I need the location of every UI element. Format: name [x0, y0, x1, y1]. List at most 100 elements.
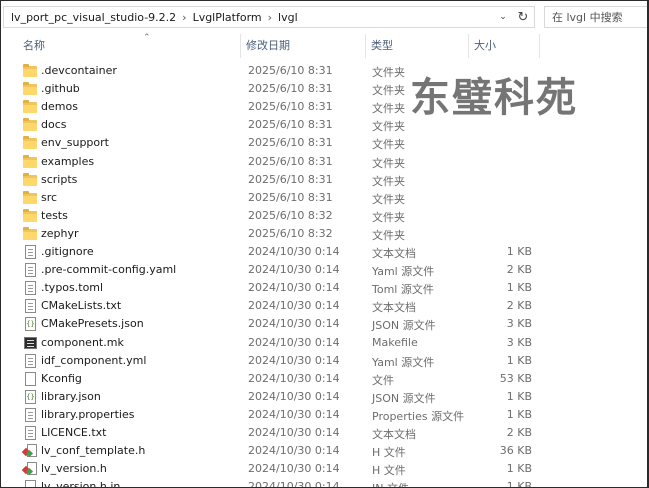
file-row[interactable]: lv_version.h 2024/10/30 0:14 H 文件 1 KB [19, 460, 539, 478]
json-file-icon [23, 317, 37, 332]
folder-icon [23, 226, 37, 241]
file-name: demos [41, 100, 78, 114]
file-type: 文件夹 [372, 210, 405, 224]
file-name: lv_version.h.in [41, 480, 121, 488]
search-box[interactable] [544, 6, 647, 28]
file-row[interactable]: CMakePresets.json 2024/10/30 0:14 JSON 源文件… [19, 315, 539, 333]
text-file-icon [23, 281, 37, 296]
file-row[interactable]: Kconfig 2024/10/30 0:14 文件 53 KB [19, 370, 539, 388]
column-headers: ⌃ 名称 修改日期 类型 大小 [1, 33, 647, 58]
file-row[interactable]: .typos.toml 2024/10/30 0:14 Toml 源文件 1 KB [19, 279, 539, 297]
file-row[interactable]: .gitignore 2024/10/30 0:14 文本文档 1 KB [19, 243, 539, 261]
file-type: Yaml 源文件 [372, 265, 435, 279]
file-row[interactable]: .pre-commit-config.yaml 2024/10/30 0:14 Ya… [19, 261, 539, 279]
text-file-icon [23, 263, 37, 278]
file-row[interactable]: lv_conf_template.h 2024/10/30 0:14 H 文件 36 … [19, 442, 539, 460]
file-row[interactable]: CMakeLists.txt 2024/10/30 0:14 文本文档 2 KB [19, 297, 539, 315]
file-name: .gitignore [41, 245, 94, 258]
file-type: Makefile [372, 335, 418, 349]
file-row[interactable]: tests 2025/6/10 8:32 文件夹 [19, 207, 539, 225]
column-header-size[interactable]: 大小 [470, 34, 540, 58]
file-date: 2025/6/10 8:31 [248, 190, 333, 204]
file-name: CMakePresets.json [41, 317, 144, 331]
file-date: 2024/10/30 0:14 [248, 353, 340, 367]
refresh-icon[interactable]: ↻ [514, 7, 532, 27]
address-bar[interactable]: lv_port_pc_visual_studio-9.2.2 › LvglPla… [3, 6, 535, 28]
makefile-icon [23, 336, 37, 350]
file-row[interactable]: component.mk 2024/10/30 0:14 Makefile 3 KB [19, 334, 539, 352]
file-type: Properties 源文件 [372, 409, 465, 423]
file-date: 2024/10/30 0:14 [248, 299, 340, 313]
column-header-size-label: 大小 [474, 39, 496, 52]
breadcrumb-lvglplatform[interactable]: LvglPlatform [190, 11, 265, 24]
file-name: lv_version.h [41, 462, 107, 476]
folder-icon [23, 190, 37, 205]
file-type: JSON 源文件 [372, 391, 436, 405]
file-date: 2025/6/10 8:31 [248, 82, 333, 96]
file-row[interactable]: library.properties 2024/10/30 0:14 Propert… [19, 406, 539, 424]
breadcrumb-root[interactable]: lv_port_pc_visual_studio-9.2.2 [8, 11, 179, 24]
header-file-icon [21, 462, 37, 476]
file-date: 2024/10/30 0:14 [248, 245, 340, 258]
file-type: 文件夹 [372, 66, 405, 79]
file-type: H 文件 [372, 446, 406, 460]
file-row[interactable]: LICENCE.txt 2024/10/30 0:14 文本文档 2 KB [19, 424, 539, 442]
file-size: 53 KB [499, 371, 532, 385]
file-row[interactable]: zephyr 2025/6/10 8:32 文件夹 [19, 225, 539, 243]
file-name: LICENCE.txt [41, 426, 107, 439]
file-type: 文本文档 [372, 301, 416, 315]
file-date: 2025/6/10 8:31 [248, 154, 333, 168]
file-size: 1 KB [506, 389, 532, 403]
file-row[interactable]: scripts 2025/6/10 8:31 文件夹 [19, 171, 539, 189]
text-file-icon [23, 299, 37, 314]
file-row[interactable]: examples 2025/6/10 8:31 文件夹 [19, 153, 539, 171]
file-date: 2024/10/30 0:14 [248, 281, 340, 295]
breadcrumb-separator-icon[interactable]: › [179, 11, 189, 24]
file-date: 2024/10/30 0:14 [248, 426, 340, 439]
file-name: Kconfig [41, 371, 82, 385]
file-size: 1 KB [506, 245, 532, 258]
column-header-type[interactable]: 类型 [367, 34, 469, 58]
file-name: tests [41, 208, 68, 222]
file-row[interactable]: src 2025/6/10 8:31 文件夹 [19, 189, 539, 207]
file-name: library.json [41, 389, 101, 403]
text-file-icon [23, 407, 37, 422]
watermark: 东璧科苑 [410, 75, 578, 121]
file-size: 36 KB [499, 444, 532, 458]
file-size: 1 KB [506, 480, 532, 488]
folder-icon [23, 82, 37, 96]
file-type: 文件夹 [372, 228, 405, 242]
file-date: 2025/6/10 8:31 [248, 100, 333, 114]
file-row[interactable]: lv_version.h.in 2024/10/30 0:14 IN 文件 1 KB [19, 478, 539, 488]
file-type: 文本文档 [372, 247, 416, 260]
file-row[interactable]: env_support 2025/6/10 8:31 文件夹 [19, 134, 539, 152]
file-size: 1 KB [506, 462, 532, 476]
chevron-down-icon[interactable]: ⌄ [494, 7, 512, 27]
breadcrumb-lvgl[interactable]: lvgl [275, 11, 301, 24]
file-name: scripts [41, 172, 78, 186]
file-name: lv_conf_template.h [41, 444, 146, 458]
file-name: .github [41, 82, 80, 96]
file-type: 文件夹 [372, 156, 405, 170]
file-name: CMakeLists.txt [41, 299, 122, 313]
search-input[interactable] [552, 10, 647, 24]
file-date: 2025/6/10 8:32 [248, 208, 333, 222]
file-type: 文件夹 [372, 138, 405, 152]
breadcrumb-separator-icon[interactable]: › [265, 11, 275, 24]
file-type: Toml 源文件 [372, 283, 434, 297]
column-header-name[interactable]: ⌃ 名称 [19, 33, 241, 58]
file-size: 1 KB [506, 281, 532, 295]
column-header-date[interactable]: 修改日期 [242, 34, 366, 58]
file-row[interactable]: library.json 2024/10/30 0:14 JSON 源文件 1 KB [19, 388, 539, 406]
file-type: 文件夹 [372, 174, 405, 188]
file-type: IN 文件 [372, 480, 409, 487]
file-type: H 文件 [372, 464, 406, 478]
folder-icon [23, 136, 37, 150]
file-name: .devcontainer [41, 64, 117, 77]
folder-icon [23, 100, 37, 114]
file-date: 2025/6/10 8:31 [248, 172, 333, 186]
file-row[interactable]: idf_component.yml 2024/10/30 0:14 Yaml 源文件… [19, 352, 539, 370]
file-type: Yaml 源文件 [372, 355, 435, 369]
folder-icon [23, 118, 37, 132]
address-row: lv_port_pc_visual_studio-9.2.2 › LvglPla… [1, 1, 647, 33]
